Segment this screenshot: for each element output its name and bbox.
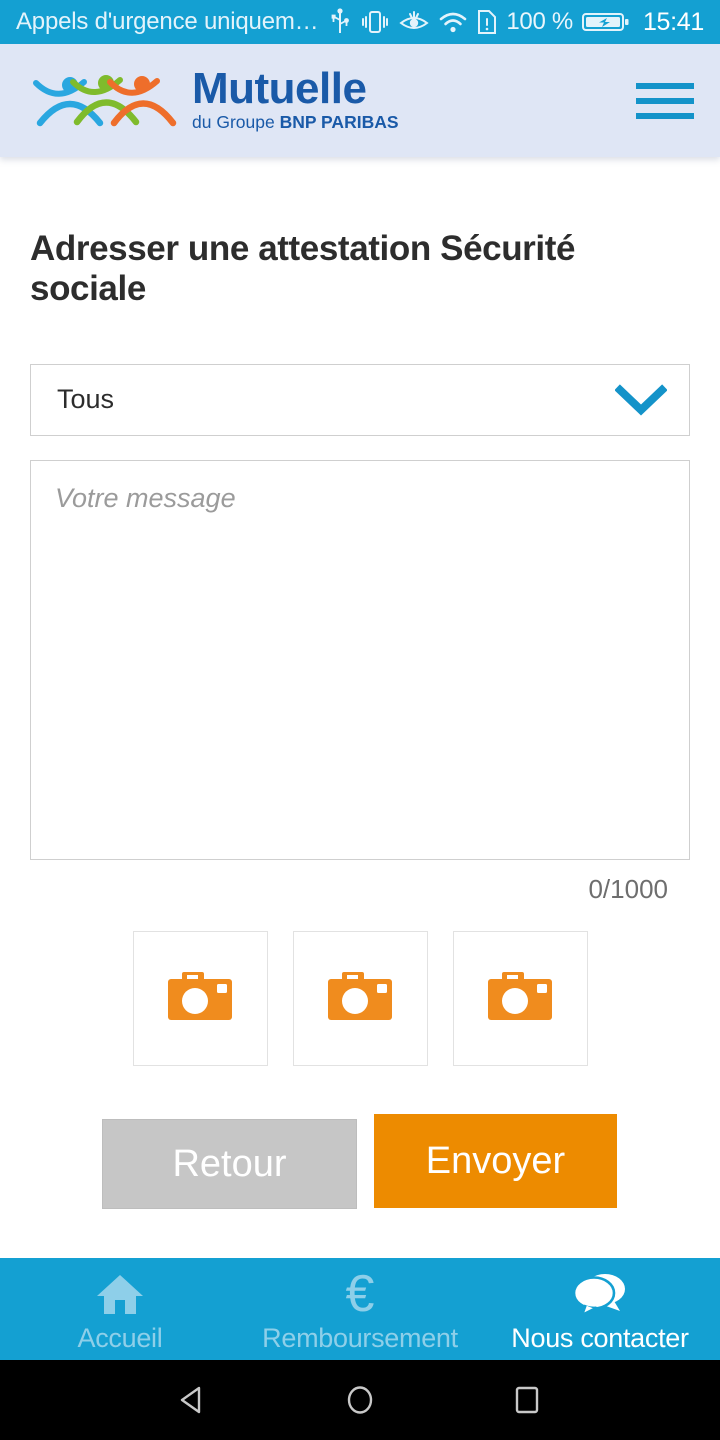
nav-label-nous-contacter: Nous contacter bbox=[511, 1322, 689, 1353]
nav-item-nous-contacter[interactable]: Nous contacter bbox=[480, 1258, 720, 1360]
hamburger-bar-1 bbox=[636, 82, 694, 89]
nav-item-accueil[interactable]: Accueil bbox=[0, 1258, 240, 1360]
brand-logo-text: Mutuelle du Groupe BNP PARIBAS bbox=[192, 64, 399, 133]
bottom-navigation: Accueil € Remboursement Nous contacter bbox=[0, 1258, 720, 1360]
send-button[interactable]: Envoyer bbox=[374, 1113, 617, 1208]
vibrate-icon bbox=[360, 9, 390, 35]
message-placeholder: Votre message bbox=[55, 482, 236, 513]
phone-screen: Appels d'urgence uniquem… 100 % 15:41 Mu… bbox=[0, 0, 720, 1440]
app-header: Mutuelle du Groupe BNP PARIBAS bbox=[0, 44, 720, 157]
attachment-slots bbox=[30, 930, 690, 1066]
eye-comfort-icon bbox=[399, 9, 430, 35]
brand-tagline-group: BNP PARIBAS bbox=[279, 111, 399, 132]
battery-charging-icon bbox=[581, 9, 630, 35]
android-navigation-bar bbox=[0, 1360, 720, 1440]
status-bar: Appels d'urgence uniquem… 100 % 15:41 bbox=[0, 0, 720, 44]
sim-alert-icon bbox=[477, 9, 497, 35]
battery-percent-label: 100 % bbox=[506, 8, 573, 35]
hamburger-menu-icon[interactable] bbox=[636, 79, 694, 123]
euro-icon: € bbox=[345, 1264, 375, 1323]
camera-slot-2[interactable] bbox=[292, 930, 428, 1066]
form-actions: Retour Envoyer bbox=[30, 1113, 690, 1208]
brand-name: Mutuelle bbox=[192, 64, 367, 114]
status-time: 15:41 bbox=[642, 7, 704, 36]
camera-slot-1[interactable] bbox=[132, 930, 268, 1066]
camera-icon bbox=[487, 969, 553, 1028]
page-title: Adresser une attestation Sécurité social… bbox=[30, 229, 576, 309]
status-icons: 100 % 15:41 bbox=[360, 8, 704, 37]
wifi-icon bbox=[438, 9, 468, 35]
brand-tagline-prefix: du Groupe bbox=[192, 111, 280, 132]
nav-item-remboursement[interactable]: € Remboursement bbox=[240, 1258, 480, 1360]
camera-icon bbox=[167, 969, 233, 1028]
brand-tagline: du Groupe BNP PARIBAS bbox=[192, 112, 399, 133]
usb-icon bbox=[330, 8, 350, 36]
chevron-down-icon bbox=[615, 383, 667, 417]
recipient-select[interactable]: Tous bbox=[30, 363, 690, 436]
android-home-icon[interactable] bbox=[343, 1383, 377, 1417]
camera-slot-3[interactable] bbox=[452, 930, 588, 1066]
brand-logo[interactable]: Mutuelle du Groupe BNP PARIBAS bbox=[32, 64, 399, 133]
nav-label-remboursement: Remboursement bbox=[262, 1322, 458, 1353]
main-content: Adresser une attestation Sécurité social… bbox=[0, 157, 720, 1258]
hamburger-bar-3 bbox=[636, 112, 694, 119]
recipient-select-value: Tous bbox=[57, 384, 115, 414]
android-back-icon[interactable] bbox=[176, 1383, 210, 1417]
carrier-label: Appels d'urgence uniquem… bbox=[16, 8, 319, 35]
android-recents-icon[interactable] bbox=[510, 1383, 544, 1417]
nav-label-accueil: Accueil bbox=[77, 1322, 163, 1353]
three-people-logo-icon bbox=[32, 69, 182, 131]
message-textarea[interactable]: Votre message bbox=[30, 459, 690, 860]
home-icon bbox=[95, 1271, 145, 1317]
camera-icon bbox=[327, 969, 393, 1028]
chat-bubbles-icon bbox=[572, 1271, 628, 1317]
hamburger-bar-2 bbox=[636, 97, 694, 104]
character-counter: 0/1000 bbox=[588, 873, 668, 904]
back-button[interactable]: Retour bbox=[103, 1119, 356, 1208]
